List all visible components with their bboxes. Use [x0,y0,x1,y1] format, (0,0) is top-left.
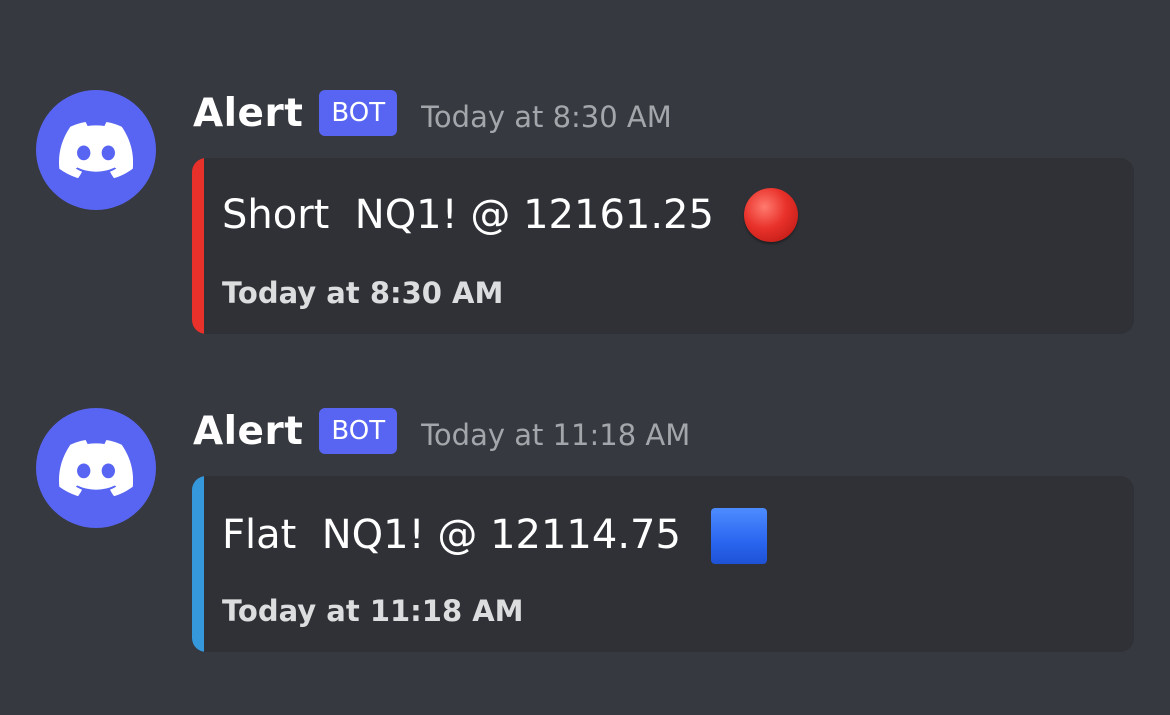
embed-title-row: Flat NQ1! @ 12114.75 [222,506,767,564]
embed-footer: Today at 8:30 AM [222,276,504,310]
embed-title: Short NQ1! @ 12161.25 [222,192,714,238]
timestamp[interactable]: Today at 11:18 AM [421,418,690,452]
embed-footer: Today at 11:18 AM [222,594,524,628]
bot-tag: BOT [319,90,398,136]
avatar[interactable] [36,408,156,528]
discord-logo-icon [59,440,133,496]
embed: Flat NQ1! @ 12114.75 Today at 11:18 AM [192,476,1134,652]
embed-color-bar [192,476,204,652]
username[interactable]: Alert [193,409,303,454]
username[interactable]: Alert [193,91,303,136]
embed-title: Flat NQ1! @ 12114.75 [222,512,681,558]
bot-tag: BOT [319,408,398,454]
blue-square-icon [710,508,767,564]
red-circle-icon [743,188,798,242]
discord-logo-icon [59,122,133,178]
message-header: Alert BOT Today at 11:18 AM [193,406,690,456]
avatar[interactable] [36,90,156,210]
embed-color-bar [192,158,204,334]
message-header: Alert BOT Today at 8:30 AM [193,88,672,138]
embed: Short NQ1! @ 12161.25 Today at 8:30 AM [192,158,1134,334]
embed-title-row: Short NQ1! @ 12161.25 [222,188,798,242]
timestamp[interactable]: Today at 8:30 AM [421,100,672,134]
